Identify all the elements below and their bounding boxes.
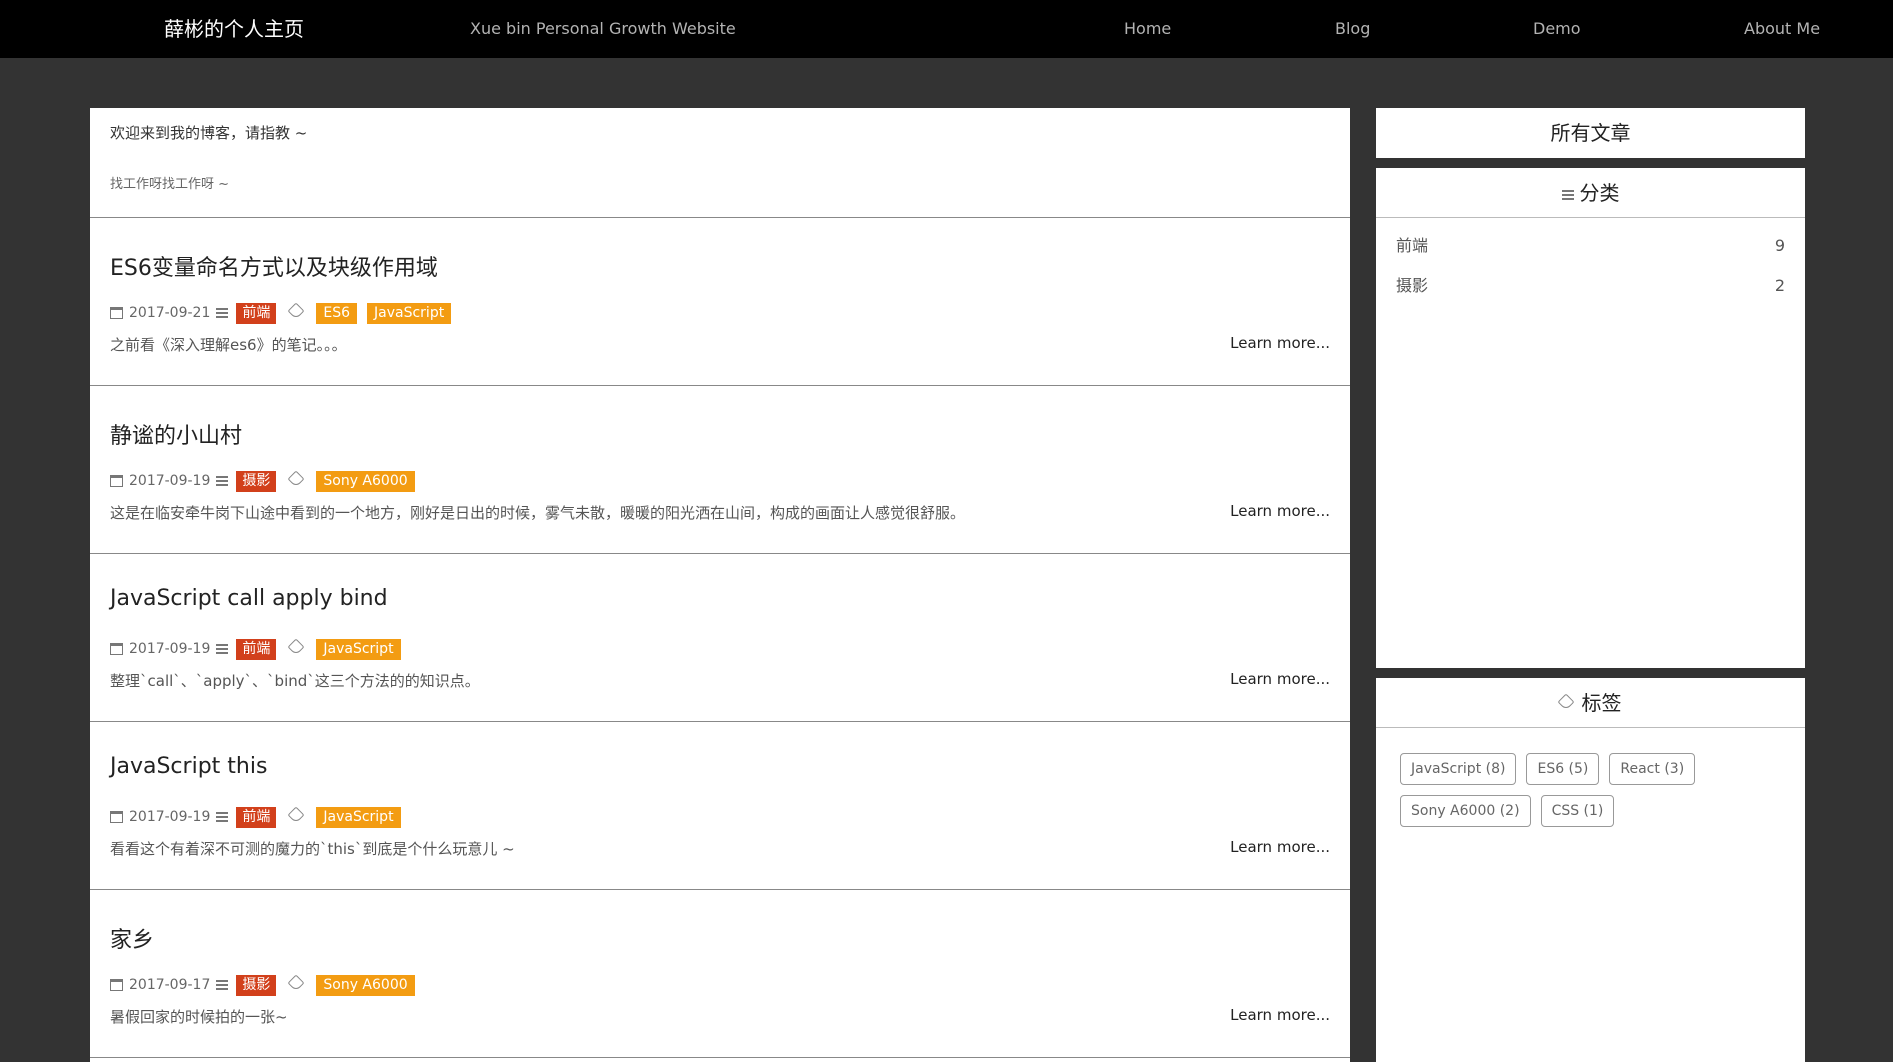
- tag-cloud: JavaScript (8) ES6 (5) React (3) Sony A6…: [1376, 728, 1805, 837]
- tag-pill[interactable]: CSS (1): [1540, 795, 1615, 827]
- tag-badge[interactable]: Sony A6000: [316, 470, 415, 492]
- tag-pill[interactable]: ES6 (5): [1526, 753, 1600, 785]
- post-meta: 2017-09-19 前端 JavaScript: [110, 638, 411, 660]
- learn-more-link[interactable]: Learn more...: [1230, 502, 1330, 520]
- learn-more-link[interactable]: Learn more...: [1230, 670, 1330, 688]
- tag-badge[interactable]: JavaScript: [367, 302, 452, 324]
- category-item[interactable]: 摄影 2: [1376, 266, 1805, 306]
- post-item: 静谧的小山村 2017-09-19 摄影 Sony A6000 这是在临安牵牛岗…: [90, 386, 1350, 554]
- tag-badge[interactable]: ES6: [316, 302, 358, 324]
- nav-home-link[interactable]: Home: [1124, 0, 1171, 58]
- tag-pill[interactable]: JavaScript (8): [1400, 753, 1517, 785]
- tag-icon: [287, 974, 305, 992]
- site-subtitle: Xue bin Personal Growth Website: [470, 19, 736, 38]
- post-item: JavaScript this 2017-09-19 前端 JavaScript…: [90, 722, 1350, 890]
- category-item[interactable]: 前端 9: [1376, 226, 1805, 266]
- welcome-text: 欢迎来到我的博客，请指教 ~: [110, 124, 308, 142]
- tag-icon: [287, 638, 305, 656]
- category-list-icon: [216, 476, 229, 486]
- calendar-icon: [110, 811, 123, 823]
- tag-badge[interactable]: Sony A6000: [316, 974, 415, 996]
- tag-icon: [287, 806, 305, 824]
- post-title[interactable]: ES6变量命名方式以及块级作用域: [110, 250, 438, 282]
- post-meta: 2017-09-19 摄影 Sony A6000: [110, 470, 425, 492]
- post-item: JavaScript call apply bind 2017-09-19 前端…: [90, 554, 1350, 722]
- category-count: 9: [1774, 236, 1785, 255]
- post-list: 欢迎来到我的博客，请指教 ~ 找工作呀找工作呀 ~ ES6变量命名方式以及块级作…: [90, 108, 1350, 1062]
- nav-about-link[interactable]: About Me: [1744, 0, 1820, 58]
- category-badge[interactable]: 摄影: [236, 974, 277, 996]
- nav-demo-link[interactable]: Demo: [1533, 0, 1581, 58]
- post-meta: 2017-09-21 前端 ES6 JavaScript: [110, 302, 461, 324]
- post-meta: 2017-09-19 前端 JavaScript: [110, 806, 411, 828]
- category-badge[interactable]: 前端: [236, 302, 277, 324]
- post-excerpt: 这是在临安牵牛岗下山途中看到的一个地方，刚好是日出的时候，雾气未散，暖暖的阳光洒…: [110, 504, 966, 522]
- tags-panel: 标签 JavaScript (8) ES6 (5) React (3) Sony…: [1376, 678, 1805, 1062]
- tag-badge[interactable]: JavaScript: [316, 806, 401, 828]
- category-badge[interactable]: 前端: [236, 806, 277, 828]
- category-list-icon: [216, 308, 229, 318]
- calendar-icon: [110, 643, 123, 655]
- learn-more-link[interactable]: Learn more...: [1230, 838, 1330, 856]
- category-name: 前端: [1396, 236, 1429, 255]
- post-date: 2017-09-17: [129, 977, 211, 993]
- post-excerpt: 看看这个有着深不可测的魔力的`this`到底是个什么玩意儿 ~: [110, 840, 515, 858]
- site-brand[interactable]: 薛彬的个人主页: [164, 0, 304, 58]
- tag-icon: [1557, 693, 1574, 711]
- post-item: 家乡 2017-09-17 摄影 Sony A6000 暑假回家的时候拍的一张~…: [90, 890, 1350, 1058]
- tag-pill[interactable]: Sony A6000 (2): [1400, 795, 1531, 827]
- post-date: 2017-09-19: [129, 809, 211, 825]
- tag-badge[interactable]: JavaScript: [316, 638, 401, 660]
- nav-blog-link[interactable]: Blog: [1335, 0, 1370, 58]
- post-date: 2017-09-19: [129, 473, 211, 489]
- welcome-panel: 欢迎来到我的博客，请指教 ~ 找工作呀找工作呀 ~: [90, 108, 1350, 218]
- tags-header: 标签: [1376, 678, 1805, 728]
- welcome-subtext: 找工作呀找工作呀 ~: [110, 177, 230, 192]
- category-count: 2: [1774, 276, 1785, 295]
- post-item: ES6变量命名方式以及块级作用域 2017-09-21 前端 ES6 JavaS…: [90, 218, 1350, 386]
- tag-icon: [287, 302, 305, 320]
- calendar-icon: [110, 307, 123, 319]
- calendar-icon: [110, 979, 123, 991]
- learn-more-link[interactable]: Learn more...: [1230, 1006, 1330, 1024]
- post-meta: 2017-09-17 摄影 Sony A6000: [110, 974, 425, 996]
- category-list-icon: [216, 644, 229, 654]
- tag-icon: [287, 470, 305, 488]
- tags-title: 标签: [1581, 691, 1622, 715]
- categories-panel: 分类 前端 9 摄影 2: [1376, 168, 1805, 668]
- category-badge[interactable]: 前端: [236, 638, 277, 660]
- post-date: 2017-09-19: [129, 641, 211, 657]
- category-name: 摄影: [1396, 276, 1429, 295]
- post-excerpt: 整理`call`、`apply`、`bind`这三个方法的的知识点。: [110, 672, 480, 690]
- tag-pill[interactable]: React (3): [1609, 753, 1696, 785]
- all-posts-button[interactable]: 所有文章: [1376, 108, 1805, 158]
- top-navbar: 薛彬的个人主页 Xue bin Personal Growth Website …: [0, 0, 1893, 58]
- post-title[interactable]: 家乡: [110, 922, 154, 954]
- list-icon: [1561, 190, 1574, 200]
- post-title[interactable]: 静谧的小山村: [110, 418, 242, 450]
- post-excerpt: 之前看《深入理解es6》的笔记。。。: [110, 336, 347, 354]
- category-list-icon: [216, 980, 229, 990]
- post-date: 2017-09-21: [129, 305, 211, 321]
- category-list-icon: [216, 812, 229, 822]
- post-title[interactable]: JavaScript call apply bind: [110, 586, 388, 611]
- categories-title: 分类: [1579, 181, 1620, 205]
- category-badge[interactable]: 摄影: [236, 470, 277, 492]
- post-excerpt: 暑假回家的时候拍的一张~: [110, 1008, 288, 1026]
- post-title[interactable]: JavaScript this: [110, 754, 267, 779]
- calendar-icon: [110, 475, 123, 487]
- learn-more-link[interactable]: Learn more...: [1230, 334, 1330, 352]
- categories-header: 分类: [1376, 168, 1805, 218]
